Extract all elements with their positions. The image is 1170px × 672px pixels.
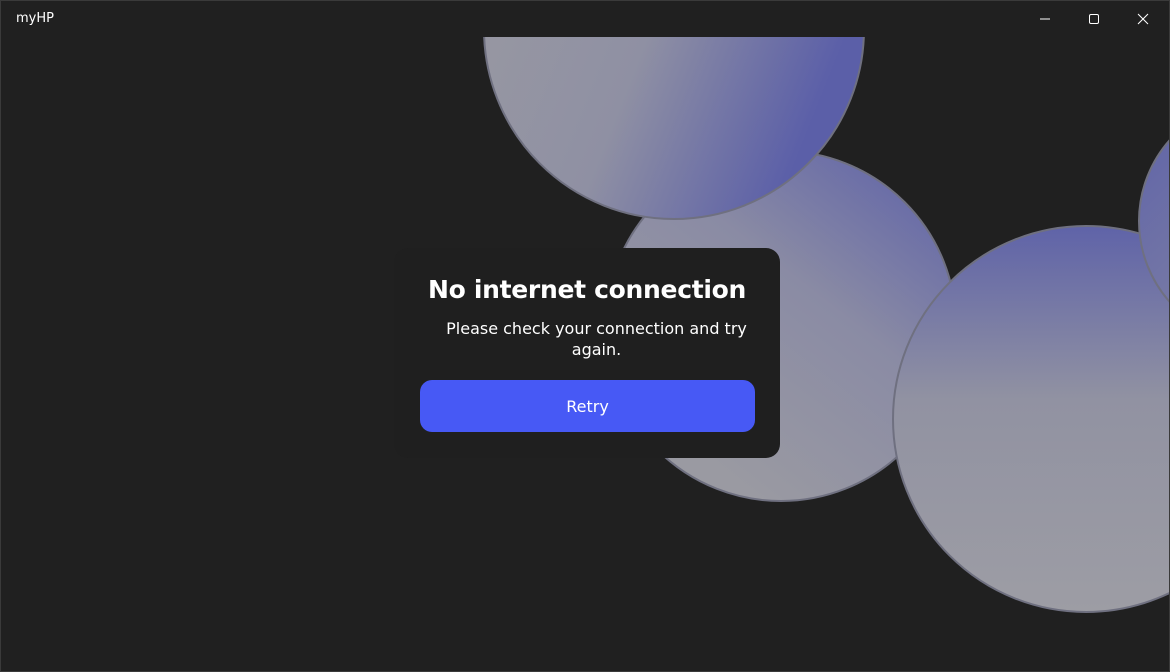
app-window: myHP No internet connection Please check… <box>0 0 1170 672</box>
maximize-button[interactable] <box>1071 1 1117 37</box>
close-button[interactable] <box>1120 1 1166 37</box>
retry-button[interactable]: Retry <box>420 380 755 432</box>
dialog-message: Please check your connection and try aga… <box>446 319 747 359</box>
no-connection-dialog: No internet connection Please check your… <box>394 248 780 458</box>
dialog-title: No internet connection <box>427 275 747 304</box>
app-title: myHP <box>16 11 54 26</box>
close-icon <box>1137 13 1149 25</box>
minimize-button[interactable] <box>1022 1 1068 37</box>
maximize-icon <box>1089 14 1099 24</box>
minimize-icon <box>1040 18 1050 20</box>
title-bar: myHP <box>1 1 1169 37</box>
